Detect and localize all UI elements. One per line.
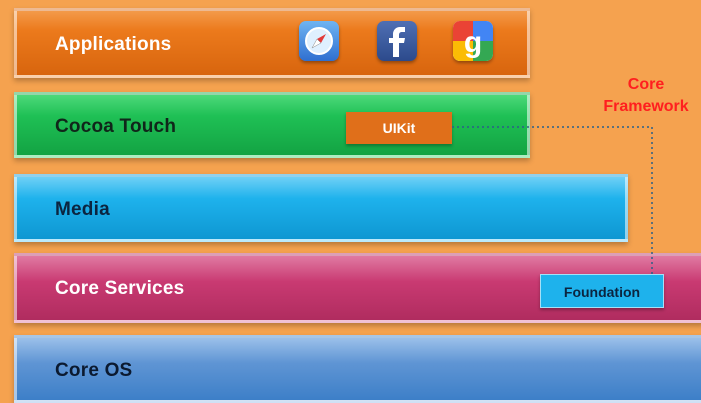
core-framework-label: Core Framework <box>590 74 701 118</box>
applications-layer: Applications g <box>14 8 530 78</box>
media-layer: Media <box>14 174 628 242</box>
applications-label: Applications <box>55 34 172 55</box>
cocoa-touch-label: Cocoa Touch <box>55 116 177 137</box>
safari-icon <box>299 21 339 61</box>
svg-text:g: g <box>464 26 482 59</box>
core-framework-line2: Framework <box>603 98 689 115</box>
cocoa-touch-layer: Cocoa Touch <box>14 92 530 158</box>
uikit-box: UIKit <box>346 112 452 144</box>
core-services-label: Core Services <box>55 278 185 299</box>
core-framework-line1: Core <box>627 76 665 93</box>
google-icon: g <box>453 21 493 61</box>
foundation-box: Foundation <box>540 274 664 308</box>
media-label: Media <box>55 199 110 220</box>
core-os-layer: Core OS <box>14 335 701 403</box>
core-os-label: Core OS <box>55 360 133 381</box>
facebook-icon <box>377 21 417 61</box>
